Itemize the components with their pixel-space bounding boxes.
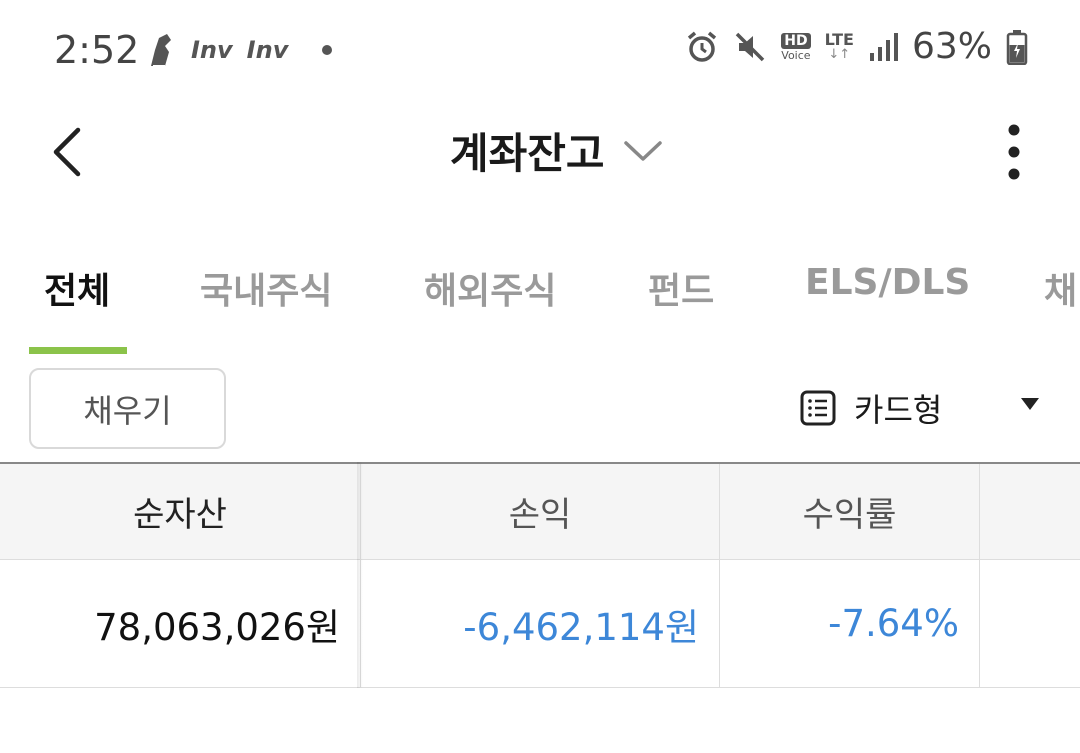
alarm-icon <box>688 31 717 62</box>
header-profit-loss: 손익 <box>360 464 719 559</box>
active-tab-indicator <box>29 347 127 354</box>
table-row: 78,063,026원 -6,462,114원 -7.64% <box>0 560 1080 688</box>
list-icon <box>800 390 836 426</box>
return-rate-value: -7.64% <box>719 560 979 687</box>
sneaker-icon <box>151 34 171 67</box>
notification-app-1: Inv <box>191 36 233 64</box>
tab-domestic-stocks[interactable]: 국내주식 <box>200 262 332 314</box>
account-title-dropdown[interactable]: 계좌잔고 <box>450 120 663 181</box>
lte-icon: LTE ↓↑ <box>824 30 854 62</box>
mute-icon <box>736 32 765 61</box>
header-return-rate: 수익률 <box>719 464 979 559</box>
triangle-down-icon <box>1021 398 1039 410</box>
hd-voice-icon: HD Voice <box>781 32 811 62</box>
header-net-assets: 순자산 <box>133 495 227 535</box>
signal-icon <box>869 32 898 61</box>
battery-percent: 63% <box>911 26 992 67</box>
tab-els-dls[interactable]: ELS/DLS <box>805 262 970 303</box>
frozen-column-shadow <box>357 462 363 688</box>
status-system-icons: HD Voice LTE ↓↑ 63% <box>685 26 1028 67</box>
view-mode-select[interactable]: 카드형 <box>800 380 1040 436</box>
overflow-cell <box>979 560 1080 687</box>
notification-dot <box>322 45 333 55</box>
page-title: 계좌잔고 <box>450 129 605 178</box>
battery-icon <box>1006 29 1028 65</box>
tab-funds[interactable]: 펀드 <box>648 262 714 314</box>
status-time: 2:52 <box>54 28 140 72</box>
status-bar: 2:52 Inv Inv HD Voice LTE ↓↑ 63% <box>0 0 1080 100</box>
back-icon[interactable] <box>44 122 94 182</box>
profit-loss-value: -6,462,114원 <box>360 560 719 687</box>
table-header-row: 순자산 손익 수익률 <box>0 462 1080 560</box>
asset-tabs: 전체 국내주식 해외주식 펀드 ELS/DLS 채 <box>0 240 1080 360</box>
more-icon[interactable] <box>996 124 1032 180</box>
notification-app-2: Inv <box>246 36 289 64</box>
header-overflow <box>979 464 1080 559</box>
tab-foreign-stocks[interactable]: 해외주식 <box>424 262 556 314</box>
status-notifications: Inv Inv <box>145 30 333 70</box>
tab-all[interactable]: 전체 <box>44 262 110 314</box>
app-header: 계좌잔고 <box>0 100 1080 210</box>
view-mode-label: 카드형 <box>854 391 943 429</box>
net-assets-value: 78,063,026원 <box>94 605 340 649</box>
tab-bonds[interactable]: 채 <box>1044 262 1077 314</box>
chevron-down-icon <box>623 140 662 161</box>
fill-button[interactable]: 채우기 <box>29 368 226 449</box>
